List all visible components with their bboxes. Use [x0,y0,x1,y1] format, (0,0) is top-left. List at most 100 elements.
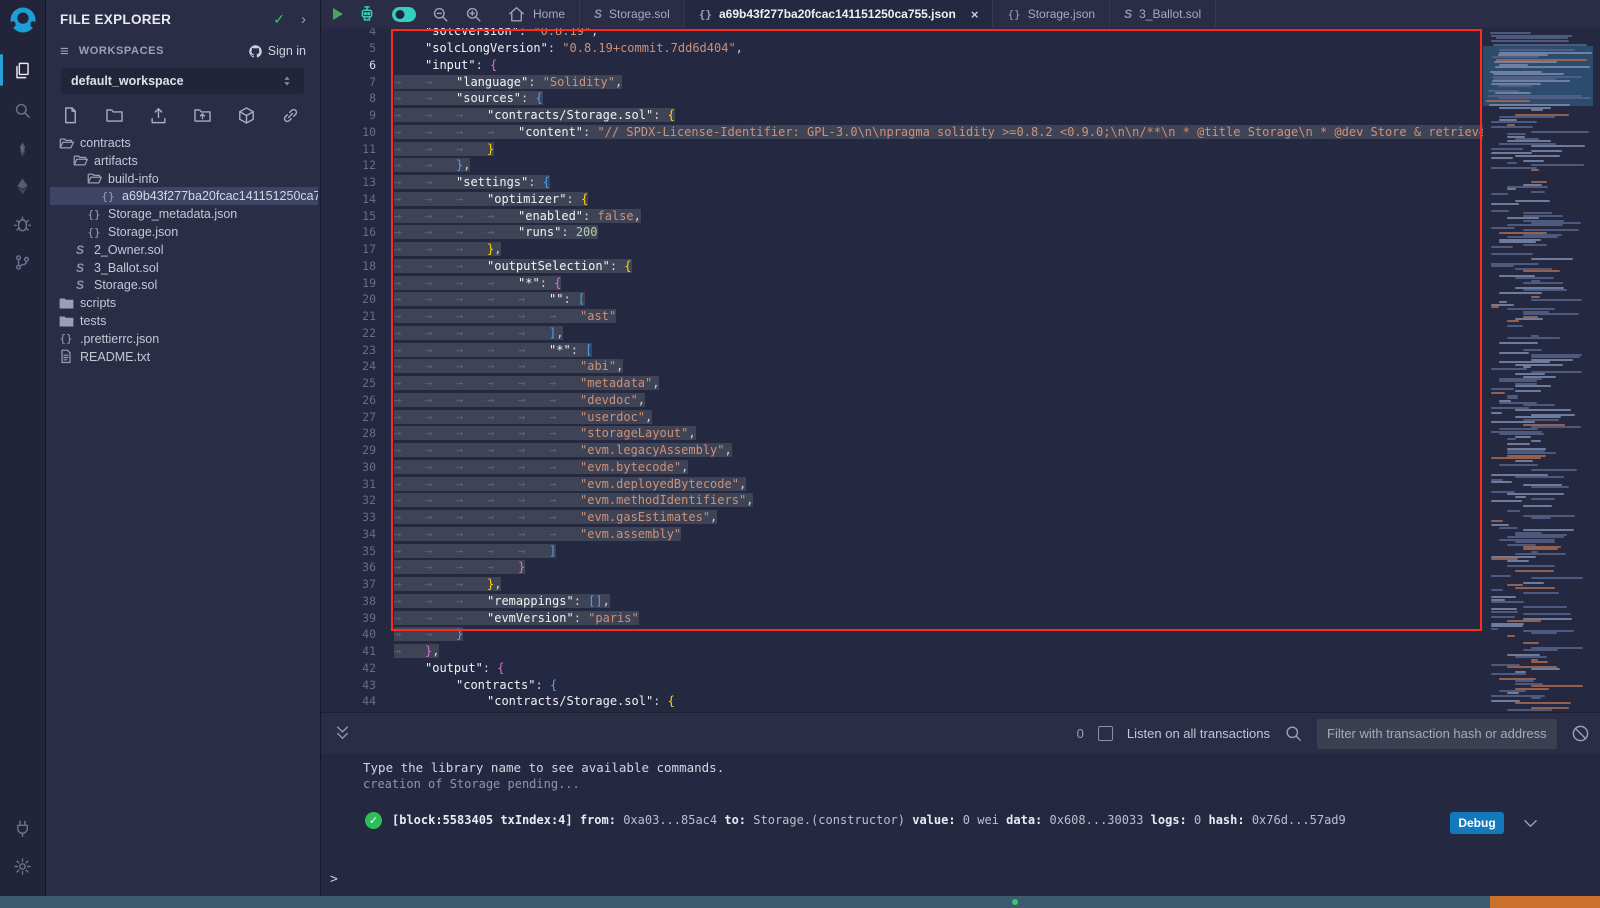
code-line-8[interactable]: 8→→"sources": { [321,90,1483,107]
tree-item-storage-json[interactable]: {}Storage.json [50,223,318,241]
terminal-collapse-icon[interactable] [333,724,352,743]
code-line-22[interactable]: 22→→→→→], [321,325,1483,342]
tab-storage-json[interactable]: {}Storage.json [993,0,1110,28]
code-line-25[interactable]: 25→→→→→→"metadata", [321,375,1483,392]
code-line-19[interactable]: 19→→→→"*": { [321,275,1483,292]
code-line-11[interactable]: 11→→→} [321,141,1483,158]
tab-home[interactable]: Home [493,0,580,28]
code-line-20[interactable]: 20→→→→→"": [ [321,291,1483,308]
tree-item-build-info[interactable]: build-info [50,170,318,188]
code-line-9[interactable]: 9→→→"contracts/Storage.sol": { [321,107,1483,124]
code-line-39[interactable]: 39→→→"evmVersion": "paris" [321,610,1483,627]
link-icon[interactable] [281,106,300,125]
tx-expand-chevron-icon[interactable] [1521,814,1540,833]
hamburger-menu-icon[interactable]: ≡ [60,43,69,60]
sidebar-deploy-run-icon[interactable] [0,170,45,202]
tree-item-storage-metadata-json[interactable]: {}Storage_metadata.json [50,205,318,223]
code-line-5[interactable]: 5"solcLongVersion": "0.8.19+commit.7dd6d… [321,40,1483,57]
code-line-30[interactable]: 30→→→→→→"evm.bytecode", [321,459,1483,476]
sidebar-settings-gear-icon[interactable] [0,850,45,882]
chevron-right-icon[interactable]: › [301,11,306,28]
code-line-31[interactable]: 31→→→→→→"evm.deployedBytecode", [321,476,1483,493]
upload-folder-icon[interactable] [193,106,212,125]
code-line-38[interactable]: 38→→→"remappings": [], [321,593,1483,610]
code-line-42[interactable]: 42"output": { [321,660,1483,677]
editor-minimap[interactable] [1483,28,1593,712]
code-line-6[interactable]: 6"input": { [321,57,1483,74]
code-line-44[interactable]: 44"contracts/Storage.sol": { [321,693,1483,710]
tree-item--prettierrc-json[interactable]: {}.prettierrc.json [50,330,318,348]
code-line-4[interactable]: 4"solcVersion": "0.8.19", [321,28,1483,40]
zoom-out-icon[interactable] [431,5,450,24]
code-line-34[interactable]: 34→→→→→→"evm.assembly" [321,526,1483,543]
zoom-in-icon[interactable] [464,5,483,24]
code-line-41[interactable]: 41→}, [321,643,1483,660]
tree-item-2-owner-sol[interactable]: S2_Owner.sol [50,241,318,259]
terminal-prompt[interactable]: > [330,872,338,887]
status-alert-badge[interactable] [1490,896,1600,908]
code-line-28[interactable]: 28→→→→→→"storageLayout", [321,425,1483,442]
sidebar-search-icon[interactable] [0,94,45,126]
code-line-16[interactable]: 16→→→→"runs": 200 [321,224,1483,241]
tree-item-contracts[interactable]: contracts [50,134,318,152]
code-line-7[interactable]: 7→→"language": "Solidity", [321,74,1483,91]
minimap-dash [1515,364,1563,366]
code-line-26[interactable]: 26→→→→→→"devdoc", [321,392,1483,409]
terminal-search-icon[interactable] [1284,724,1303,743]
sidebar-debugger-icon[interactable] [0,208,45,240]
code-line-29[interactable]: 29→→→→→→"evm.legacyAssembly", [321,442,1483,459]
code-line-10[interactable]: 10→→→→"content": "// SPDX-License-Identi… [321,124,1483,141]
new-file-icon[interactable] [61,106,80,125]
sidebar-remix-logo[interactable] [0,4,45,36]
code-editor[interactable]: 4"solcVersion": "0.8.19",5"solcLongVersi… [321,28,1483,712]
sidebar-git-icon[interactable] [0,246,45,278]
sidebar-solidity-compiler-icon[interactable] [0,133,45,165]
upload-file-icon[interactable] [149,106,168,125]
clear-console-icon[interactable] [1571,724,1590,743]
tree-item-3-ballot-sol[interactable]: S3_Ballot.sol [50,259,318,277]
code-line-36[interactable]: 36→→→→} [321,559,1483,576]
copilot-toggle-icon[interactable] [391,6,417,23]
tab-3-ballot-sol[interactable]: S3_Ballot.sol [1110,0,1216,28]
listen-all-checkbox[interactable] [1098,726,1113,741]
code-line-17[interactable]: 17→→→}, [321,241,1483,258]
code-line-18[interactable]: 18→→→"outputSelection": { [321,258,1483,275]
code-line-32[interactable]: 32→→→→→→"evm.methodIdentifiers", [321,492,1483,509]
ai-robot-icon[interactable] [357,4,377,24]
sidebar-file-explorer-icon[interactable] [0,54,45,86]
code-line-33[interactable]: 33→→→→→→"evm.gasEstimates", [321,509,1483,526]
github-sign-in-button[interactable]: Sign in [248,44,306,59]
tree-item-storage-sol[interactable]: SStorage.sol [50,276,318,294]
tree-item-readme-txt[interactable]: README.txt [50,348,318,366]
code-line-21[interactable]: 21→→→→→→"ast" [321,308,1483,325]
run-play-icon[interactable] [333,8,343,20]
code-line-40[interactable]: 40→→} [321,626,1483,643]
checkmark-icon[interactable]: ✓ [273,11,285,28]
tree-item-artifacts[interactable]: artifacts [50,152,318,170]
tree-item-a69b43f277ba20fcac141151250ca7-[interactable]: {}a69b43f277ba20fcac141151250ca7... [50,187,318,205]
tree-item-tests[interactable]: tests [50,312,318,330]
code-line-43[interactable]: 43"contracts": { [321,677,1483,694]
publish-box-icon[interactable] [237,106,256,125]
sidebar-plugin-manager-icon[interactable] [0,812,45,844]
code-line-14[interactable]: 14→→→"optimizer": { [321,191,1483,208]
code-line-15[interactable]: 15→→→→"enabled": false, [321,208,1483,225]
minimap-dash [1515,570,1554,572]
minimap-dash [1491,589,1503,591]
code-line-35[interactable]: 35→→→→→] [321,543,1483,560]
code-line-24[interactable]: 24→→→→→→"abi", [321,358,1483,375]
tab-a69b43f277ba20fcac141151250ca755-json[interactable]: {}a69b43f277ba20fcac141151250ca755.json× [685,0,994,28]
code-line-12[interactable]: 12→→}, [321,157,1483,174]
debug-button[interactable]: Debug [1450,812,1504,834]
workspace-select[interactable]: default_workspace [61,68,304,94]
tab-storage-sol[interactable]: SStorage.sol [580,0,685,28]
close-tab-icon[interactable]: × [971,7,979,22]
code-line-23[interactable]: 23→→→→→"*": [ [321,342,1483,359]
code-line-37[interactable]: 37→→→}, [321,576,1483,593]
new-folder-icon[interactable] [105,106,124,125]
transaction-log-row[interactable]: ✓ [block:5583405 txIndex:4] from: 0xa03.… [321,806,1460,834]
code-line-13[interactable]: 13→→"settings": { [321,174,1483,191]
code-line-27[interactable]: 27→→→→→→"userdoc", [321,409,1483,426]
transaction-filter-input[interactable] [1317,719,1557,749]
tree-item-scripts[interactable]: scripts [50,294,318,312]
